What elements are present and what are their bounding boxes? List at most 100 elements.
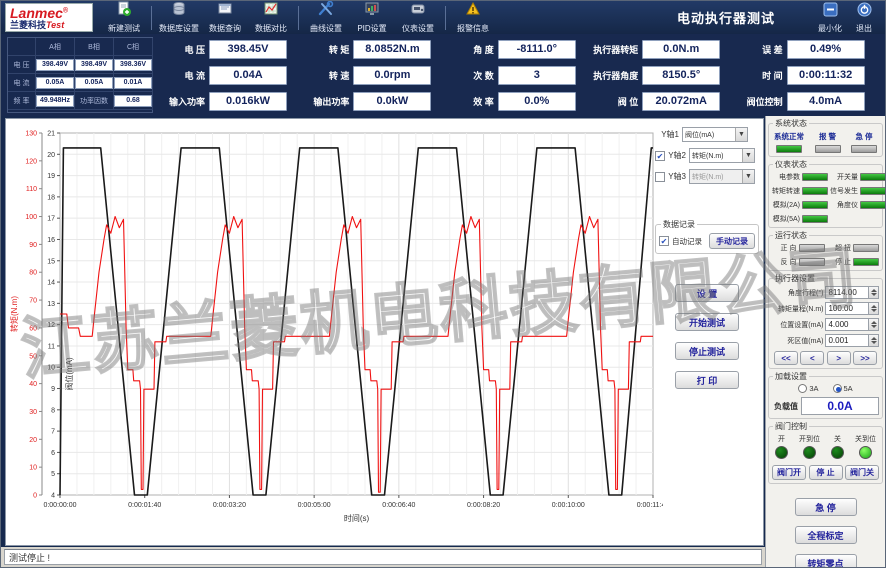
valve-open-led <box>775 446 788 459</box>
voltage-readout: 398.45V <box>209 39 287 59</box>
app-title: 电动执行器测试 <box>676 11 775 26</box>
torque-range-input[interactable]: 100.00 <box>825 302 870 315</box>
step-back-button[interactable]: < <box>800 351 825 365</box>
svg-text:60: 60 <box>29 325 37 332</box>
svg-text:14: 14 <box>47 280 55 287</box>
toolbar-data-query-button[interactable]: 数据查询 <box>203 2 247 33</box>
svg-text:10: 10 <box>29 465 37 472</box>
toolbar-new-test-button[interactable]: 新建测试 <box>102 1 146 33</box>
forward-led <box>798 244 825 252</box>
toolbar-separator <box>151 5 152 30</box>
chevron-down-icon: ▼ <box>742 170 754 183</box>
emergency-stop-button[interactable]: 急 停 <box>794 498 857 516</box>
svg-text:100: 100 <box>25 214 37 221</box>
deadband-stepper[interactable] <box>869 334 879 347</box>
svg-text:0:00:03:20: 0:00:03:20 <box>213 502 246 509</box>
auto-record-checkbox[interactable]: ✔ <box>659 236 669 246</box>
manual-record-button[interactable]: 手动记录 <box>709 233 755 249</box>
status-message: 测试停止 ! <box>4 549 762 565</box>
status-bar: 测试停止 ! <box>1 547 765 567</box>
chevron-down-icon: ▼ <box>735 128 747 141</box>
phase-value: 398.49V <box>36 58 74 71</box>
torque-zero-button[interactable]: 转矩零点 <box>794 554 857 567</box>
valve-open-button[interactable]: 阀门开 <box>772 465 806 480</box>
svg-text:16: 16 <box>47 237 55 244</box>
valve-close-button[interactable]: 阀门关 <box>845 465 879 480</box>
stopped-led <box>853 258 879 266</box>
svg-text:转矩(N.m): 转矩(N.m) <box>9 296 19 332</box>
svg-text:20: 20 <box>47 152 55 159</box>
top-toolbar: Lanmec® 兰菱科技Test 新建测试 数据库设置 数据查询 数据对比 曲线… <box>1 0 885 34</box>
chart-controls: Y轴1 阀位(mA) ▼ ✔ Y轴2 转矩(N.m) ▼ Y轴3 转矩(N.m) ▼ <box>655 127 759 389</box>
svg-text:7: 7 <box>51 429 55 436</box>
valve-close-led <box>831 446 844 459</box>
error-readout: 0.49% <box>786 39 865 59</box>
database-icon <box>171 1 187 22</box>
instrument-status-group: 仪表状态 电参数 开关量 转矩转速 信号发生 模拟(2A) 角度仪 模拟(5A) <box>768 159 885 228</box>
svg-text:时间(s): 时间(s) <box>344 513 370 523</box>
load-5a-radio[interactable]: 5A <box>832 384 853 393</box>
tools-icon <box>318 0 334 22</box>
position-set-stepper[interactable] <box>869 318 879 331</box>
svg-text:0:00:00:00: 0:00:00:00 <box>43 502 76 509</box>
new-test-icon <box>116 1 132 22</box>
stop-test-button[interactable]: 停止测试 <box>675 342 739 360</box>
minimize-button[interactable]: 最小化 <box>813 2 847 34</box>
data-compare-icon <box>263 1 279 22</box>
y-axis3-checkbox[interactable] <box>655 171 665 182</box>
y-axis1-select[interactable]: 阀位(mA) ▼ <box>682 127 748 142</box>
start-test-button[interactable]: 开始测试 <box>675 313 739 331</box>
right-sidebar: 系统状态 系统正常 报 警 急 停 仪表状态 电参数 开关量 转矩转速 信号发生… <box>765 116 885 567</box>
actuator-torque-readout: 0.0N.m <box>642 39 721 59</box>
svg-text:18: 18 <box>47 194 55 201</box>
angle-meter-led <box>860 201 885 209</box>
reverse-led <box>798 258 825 266</box>
efficiency-readout: 0.0% <box>497 91 576 111</box>
y-axis2-checkbox[interactable]: ✔ <box>655 150 665 161</box>
angle-travel-input[interactable]: 8114.00 <box>825 286 870 299</box>
elec-params-led <box>802 173 828 181</box>
system-status-group: 系统状态 系统正常 报 警 急 停 <box>768 118 883 157</box>
step-fast-back-button[interactable]: << <box>774 351 798 365</box>
toolbar-meter-settings-button[interactable]: 仪表设置 <box>396 2 440 33</box>
exit-button[interactable]: 退出 <box>847 2 881 34</box>
svg-text:5: 5 <box>51 471 55 478</box>
svg-text:0:00:08:20: 0:00:08:20 <box>467 502 500 509</box>
svg-text:10: 10 <box>47 365 55 372</box>
svg-text:6: 6 <box>51 450 55 457</box>
app-window: Lanmec® 兰菱科技Test 新建测试 数据库设置 数据查询 数据对比 曲线… <box>0 0 886 568</box>
y-axis3-select[interactable]: 转矩(N.m) ▼ <box>689 169 755 184</box>
warning-icon <box>465 1 481 22</box>
input-power-readout: 0.016kW <box>209 91 287 111</box>
toolbar-db-settings-button[interactable]: 数据库设置 <box>157 2 201 33</box>
deadband-input[interactable]: 0.001 <box>825 334 870 347</box>
full-calibration-button[interactable]: 全程标定 <box>794 526 857 544</box>
phase-value: 0.05A <box>75 76 113 89</box>
svg-text:9: 9 <box>51 386 55 393</box>
angle-travel-stepper[interactable] <box>869 286 879 299</box>
print-button[interactable]: 打 印 <box>675 371 739 389</box>
estop-led <box>851 145 877 153</box>
data-record-group: 数据记录 ✔ 自动记录 手动记录 <box>655 219 759 254</box>
actuator-settings-group: 执行器设置 角度行程(°) 8114.00 转矩量程(N.m) 100.00 位置设… <box>768 273 883 369</box>
phase-value: 0.68 <box>114 94 152 107</box>
chevron-down-icon: ▼ <box>742 149 754 162</box>
position-set-input[interactable]: 4.000 <box>825 318 870 331</box>
load-value-readout: 0.0A <box>801 397 879 415</box>
step-forward-button[interactable]: > <box>826 351 851 365</box>
settings-button[interactable]: 设 置 <box>675 284 739 302</box>
phase-value: 398.49V <box>75 58 113 71</box>
lanmec-logo: Lanmec® 兰菱科技Test <box>5 3 93 32</box>
y-axis2-select[interactable]: 转矩(N.m) ▼ <box>689 148 755 163</box>
toolbar-alarm-info-button[interactable]: 报警信息 <box>451 1 495 33</box>
valve-stop-button[interactable]: 停 止 <box>808 465 843 480</box>
toolbar-pid-settings-button[interactable]: PID设置 <box>350 2 394 33</box>
valve-open-limit-led <box>803 446 816 459</box>
toolbar-separator <box>298 5 299 30</box>
torque-range-stepper[interactable] <box>869 302 879 315</box>
toolbar-curve-settings-button[interactable]: 曲线设置 <box>304 0 348 33</box>
step-fast-forward-button[interactable]: >> <box>852 351 877 365</box>
toolbar-data-compare-button[interactable]: 数据对比 <box>249 2 293 33</box>
load-3a-radio[interactable]: 3A <box>798 384 819 393</box>
actuator-angle-readout: 8150.5° <box>642 65 721 85</box>
